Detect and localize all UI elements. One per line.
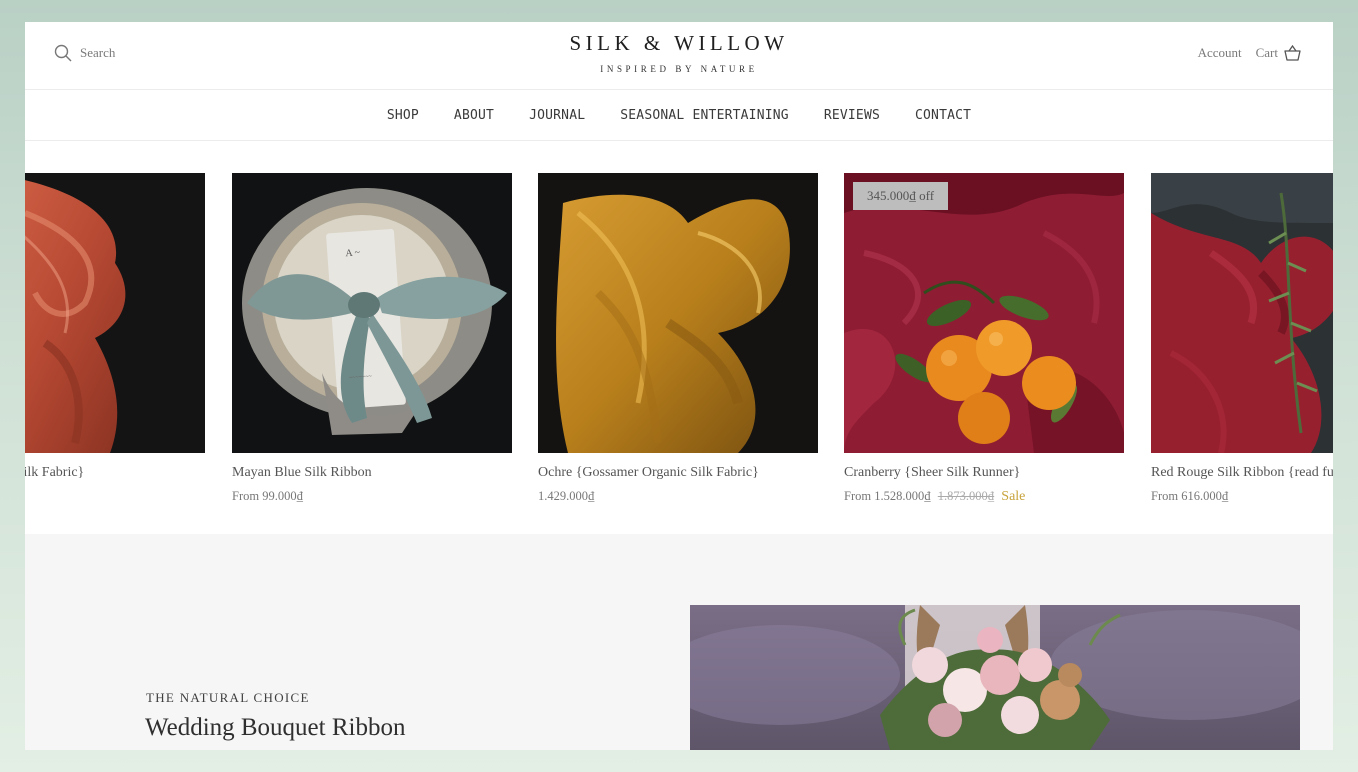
nav-reviews[interactable]: REVIEWS xyxy=(824,108,880,123)
product-price: From 1.528.000₫ 1.873.000₫ Sale xyxy=(844,489,1124,505)
site-header: Search SILK & WILLOW INSPIRED BY NATURE … xyxy=(25,22,1333,90)
cranberry-runner-oranges-image xyxy=(844,173,1124,453)
feature-eyebrow: THE NATURAL CHOICE xyxy=(146,690,310,705)
cart-label: Cart xyxy=(1255,45,1278,60)
compare-at-price: 1.873.000₫ xyxy=(937,489,995,503)
product-image[interactable] xyxy=(538,173,818,453)
product-carousel: ssamer Organic Silk Fabric} A ~ xyxy=(25,141,1333,534)
svg-text:A ~: A ~ xyxy=(345,247,361,259)
page-frame: Search SILK & WILLOW INSPIRED BY NATURE … xyxy=(25,22,1333,750)
cart-button[interactable]: Cart xyxy=(1256,45,1301,61)
nav-shop[interactable]: SHOP xyxy=(387,108,419,123)
product-title[interactable]: Cranberry {Sheer Silk Runner} xyxy=(844,465,1124,481)
feature-image xyxy=(690,605,1300,750)
product-card[interactable]: ssamer Organic Silk Fabric} xyxy=(25,173,205,481)
nav-journal[interactable]: JOURNAL xyxy=(529,108,585,123)
nav-seasonal-entertaining[interactable]: SEASONAL ENTERTAINING xyxy=(620,108,789,123)
product-card[interactable]: 345.000₫ off Cranberry {Sheer Silk Runne… xyxy=(844,173,1124,505)
feature-section: THE NATURAL CHOICE Wedding Bouquet Ribbo… xyxy=(25,534,1333,750)
feature-title: Wedding Bouquet Ribbon xyxy=(145,714,406,741)
rust-silk-fabric-image xyxy=(25,173,205,453)
product-card[interactable]: Ochre {Gossamer Organic Silk Fabric} 1.4… xyxy=(538,173,818,504)
red-rouge-ribbon-image xyxy=(1151,173,1333,453)
product-image[interactable] xyxy=(1151,173,1333,453)
account-link[interactable]: Account xyxy=(1198,45,1242,61)
site-logo[interactable]: SILK & WILLOW INSPIRED BY NATURE xyxy=(25,31,1333,74)
main-nav: SHOP ABOUT JOURNAL SEASONAL ENTERTAINING… xyxy=(25,90,1333,141)
logo-tagline: INSPIRED BY NATURE xyxy=(600,64,758,74)
sale-label: Sale xyxy=(1001,489,1026,504)
ochre-silk-fabric-image xyxy=(538,173,818,453)
product-price: 1.429.000₫ xyxy=(538,489,595,503)
logo-title: SILK & WILLOW xyxy=(569,31,789,55)
product-image[interactable] xyxy=(25,173,205,453)
product-title[interactable]: ssamer Organic Silk Fabric} xyxy=(25,465,205,481)
product-image[interactable]: A ~ ~~~~~~~ xyxy=(232,173,512,453)
product-price: From 616.000₫ xyxy=(1151,489,1229,503)
product-title[interactable]: Red Rouge Silk Ribbon {read full xyxy=(1151,465,1333,481)
nav-about[interactable]: ABOUT xyxy=(454,108,494,123)
product-title[interactable]: Ochre {Gossamer Organic Silk Fabric} xyxy=(538,465,818,481)
blue-ribbon-place-setting-image: A ~ ~~~~~~~ xyxy=(232,173,512,453)
bride-holding-bouquet-image xyxy=(690,605,1300,750)
product-price: From 99.000₫ xyxy=(232,489,303,503)
product-card[interactable]: A ~ ~~~~~~~ Mayan Blue Silk Ribbon From … xyxy=(232,173,512,504)
sale-price: From 1.528.000₫ xyxy=(844,489,931,503)
product-title[interactable]: Mayan Blue Silk Ribbon xyxy=(232,465,512,481)
basket-icon xyxy=(1284,45,1301,61)
product-image[interactable]: 345.000₫ off xyxy=(844,173,1124,453)
nav-contact[interactable]: CONTACT xyxy=(915,108,971,123)
header-actions: Account Cart xyxy=(1198,45,1301,61)
discount-badge: 345.000₫ off xyxy=(853,182,949,210)
product-card[interactable]: Red Rouge Silk Ribbon {read full From 61… xyxy=(1151,173,1333,504)
